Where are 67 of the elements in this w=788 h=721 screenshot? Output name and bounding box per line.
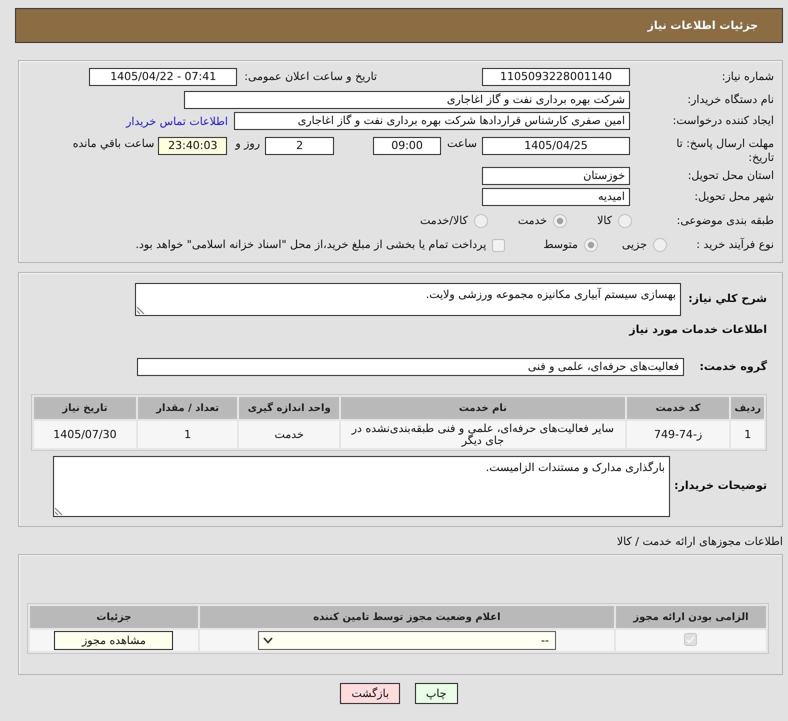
city-label: شهر محل تحویل: bbox=[694, 190, 774, 204]
column-header: جزئیات bbox=[30, 606, 198, 628]
table-cell: 1 bbox=[731, 421, 764, 448]
chevron-down-icon bbox=[262, 637, 273, 644]
summary-label: شرح كلي نياز: bbox=[688, 292, 767, 306]
need-number-field[interactable]: 1105093228001140 bbox=[482, 68, 630, 86]
remaining-time-field[interactable]: 23:40:03 bbox=[158, 137, 228, 155]
deadline-label: مهلت ارسال پاسخ: تا تاریخ: bbox=[675, 137, 774, 165]
column-header: نام خدمت bbox=[341, 397, 625, 420]
checkbox[interactable] bbox=[684, 632, 698, 646]
province-field[interactable]: خوزستان bbox=[482, 167, 630, 185]
radio-label: کالا/خدمت bbox=[420, 214, 468, 228]
province-label: استان محل تحویل: bbox=[688, 169, 774, 183]
days-label: روز و bbox=[235, 137, 260, 151]
table-cell: 1 bbox=[138, 421, 238, 448]
radio-button[interactable] bbox=[584, 238, 598, 252]
resize-handle-icon[interactable] bbox=[55, 506, 63, 515]
print-button[interactable]: چاپ bbox=[415, 683, 458, 704]
service-group-label: گروه خدمت: bbox=[699, 360, 767, 374]
column-header: کد خدمت bbox=[626, 397, 730, 420]
buyer-notes-text-area[interactable]: بارگذاری مدارک و مستندات الزامیست. bbox=[53, 456, 670, 517]
service-group-field[interactable]: فعالیت‌های حرفه‌ای، علمی و فنی bbox=[137, 358, 684, 376]
table-cell: خدمت bbox=[239, 421, 339, 448]
deadline-time-field[interactable]: 09:00 bbox=[373, 137, 442, 155]
requester-field[interactable]: امین صفری کارشناس قراردادها شرکت بهره برداری نفت و گاز اغاجاری bbox=[234, 112, 630, 130]
radio-button[interactable] bbox=[618, 214, 632, 228]
column-header: اعلام وضعیت مجوز توسط تامین کننده bbox=[200, 606, 614, 628]
deadline-date-field[interactable]: 1405/04/25 bbox=[482, 137, 630, 155]
back-button[interactable]: بازگشت bbox=[340, 683, 400, 704]
radio-label: متوسط bbox=[543, 238, 578, 252]
table-cell: 1405/07/30 bbox=[34, 421, 136, 448]
table-cell: ز-74-749 bbox=[626, 421, 730, 448]
services-section-title: اطلاعات خدمات مورد نیاز bbox=[629, 323, 767, 338]
process-label: نوع فرآیند خرید : bbox=[696, 238, 774, 252]
announce-date-field[interactable]: 1405/04/22 - 07:41 bbox=[89, 68, 238, 86]
permit-status-select[interactable]: -- bbox=[258, 631, 556, 650]
column-header: تعداد / مقدار bbox=[138, 397, 238, 420]
need-number-label: شماره نیاز: bbox=[722, 70, 774, 84]
requester-label: ایجاد کننده درخواست: bbox=[672, 114, 774, 128]
buyer-org-label: نام دستگاه خریدار: bbox=[687, 93, 774, 107]
buyer-org-field[interactable]: شرکت بهره برداری نفت و گاز اغاجاری bbox=[184, 91, 630, 109]
column-header: ردیف bbox=[731, 397, 764, 420]
buyer-notes-label: توضیحات خریدار: bbox=[674, 479, 767, 494]
time-label: ساعت bbox=[447, 137, 477, 151]
column-header: الزامی بودن ارائه مجوز bbox=[616, 606, 766, 628]
radio-button[interactable] bbox=[474, 214, 488, 228]
radio-button[interactable] bbox=[653, 238, 667, 252]
radio-label: خدمت bbox=[518, 214, 548, 228]
table-cell: سایر فعالیت‌های حرفه‌ای، علمی و فنی طبقه‌بندی‌نشده در جای دیگر bbox=[341, 421, 625, 448]
announce-date-label: تاریخ و ساعت اعلان عمومی: bbox=[244, 70, 377, 84]
days-field[interactable]: 2 bbox=[265, 137, 334, 155]
radio-label: کالا bbox=[597, 214, 612, 228]
view-permit-button[interactable]: مشاهده مجوز bbox=[54, 631, 174, 650]
page-title: جزئیات اطلاعات نیاز bbox=[648, 19, 758, 32]
summary-text-area[interactable]: بهسازی سیستم آبیاری مکانیزه مجموعه ورزشی ولایت. bbox=[135, 282, 681, 316]
treasury-payment-text: پرداخت تمام یا بخشی از مبلغ خرید،از محل "اسناد خزانه اسلامی" خواهد بود. bbox=[136, 238, 486, 252]
resize-handle-icon[interactable] bbox=[137, 306, 145, 314]
checkbox[interactable] bbox=[492, 238, 506, 252]
permits-section-title: اطلاعات مجوزهای ارائه خدمت / کالا bbox=[616, 535, 783, 549]
city-field[interactable]: امیدیه bbox=[482, 188, 630, 206]
buyer-contact-link[interactable]: اطلاعات تماس خریدار bbox=[126, 114, 228, 128]
column-header: تاریخ نیاز bbox=[34, 397, 136, 420]
radio-label: جزیی bbox=[622, 238, 647, 252]
column-header: واحد اندازه گیری bbox=[239, 397, 339, 420]
remaining-time-label: ساعت باقي مانده bbox=[72, 137, 154, 151]
radio-button[interactable] bbox=[553, 214, 568, 228]
category-label: طبقه بندی موضوعی: bbox=[676, 214, 774, 228]
